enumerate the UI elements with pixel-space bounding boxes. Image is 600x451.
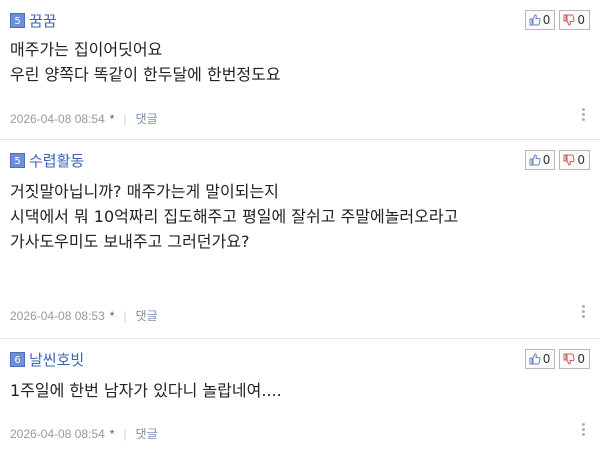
comment-meta: 2026-04-08 08:53 * | 댓글 bbox=[10, 307, 158, 324]
comment-line: 시댁에서 뭐 10억짜리 집도해주고 평일에 잘쉬고 주말에놀러오라고 bbox=[10, 207, 459, 226]
comment-line: 거짓말아닙니까? 매주가는게 말이되는지 bbox=[10, 182, 279, 201]
level-badge: 5 bbox=[10, 12, 25, 28]
comment-body: 1주일에 한번 남자가 있다니 놀랍네여.... bbox=[10, 378, 282, 403]
like-count: 0 bbox=[542, 153, 551, 167]
dislike-count: 0 bbox=[577, 153, 585, 167]
level-badge: 6 bbox=[10, 351, 25, 367]
comment-body: 거짓말아닙니까? 매주가는게 말이되는지 시댁에서 뭐 10억짜리 집도해주고 … bbox=[10, 179, 458, 254]
comment-line: 우린 양쪽다 똑같이 한두달에 한번정도요 bbox=[10, 65, 281, 84]
more-vertical-icon[interactable] bbox=[582, 305, 586, 318]
comment-meta: 2026-04-08 08:54 * | 댓글 bbox=[10, 110, 158, 127]
comment-author[interactable]: 6 날씬호빗 bbox=[10, 349, 84, 369]
like-count: 0 bbox=[542, 13, 551, 27]
level-badge: 5 bbox=[10, 152, 25, 168]
comment-line: 매주가는 집이어딧어요 bbox=[10, 40, 163, 59]
comment-date: 2026-04-08 08:54 bbox=[10, 426, 105, 441]
like-count: 0 bbox=[542, 352, 551, 366]
more-vertical-icon[interactable] bbox=[582, 108, 586, 121]
dislike-count: 0 bbox=[577, 13, 585, 27]
thumb-down-icon bbox=[563, 353, 575, 365]
star-mark: * bbox=[109, 308, 115, 323]
thumb-up-icon bbox=[529, 154, 541, 166]
vote-buttons: 0 0 bbox=[524, 349, 590, 369]
dislike-button[interactable]: 0 bbox=[559, 349, 590, 369]
dislike-button[interactable]: 0 bbox=[559, 150, 590, 170]
nickname[interactable]: 수렵활동 bbox=[29, 150, 84, 171]
comment-item: 6 날씬호빗 0 0 1주일에 한번 남자가 있다니 놀랍네여.... 2026… bbox=[0, 339, 600, 451]
separator: | bbox=[123, 426, 127, 441]
thumb-up-icon bbox=[529, 14, 541, 26]
dislike-count: 0 bbox=[577, 352, 585, 366]
reply-link[interactable]: 댓글 bbox=[136, 110, 158, 127]
star-mark: * bbox=[109, 426, 115, 441]
like-button[interactable]: 0 bbox=[524, 349, 556, 369]
comment-author[interactable]: 5 수렵활동 bbox=[10, 150, 84, 170]
comment-line: 가사도우미도 보내주고 그러던가요? bbox=[10, 232, 250, 251]
more-vertical-icon[interactable] bbox=[582, 423, 586, 436]
vote-buttons: 0 0 bbox=[524, 10, 590, 30]
comment-meta: 2026-04-08 08:54 * | 댓글 bbox=[10, 425, 158, 442]
reply-link[interactable]: 댓글 bbox=[136, 425, 158, 442]
comment-item: 5 꿈꿈 0 0 매주가는 집이어딧어요 우린 양쪽다 똑같이 한두달에 한번정… bbox=[0, 0, 600, 140]
like-button[interactable]: 0 bbox=[524, 10, 556, 30]
comment-line: 1주일에 한번 남자가 있다니 놀랍네여.... bbox=[10, 381, 282, 400]
nickname[interactable]: 날씬호빗 bbox=[29, 349, 84, 370]
comment-date: 2026-04-08 08:53 bbox=[10, 308, 105, 323]
dislike-button[interactable]: 0 bbox=[559, 10, 590, 30]
separator: | bbox=[123, 308, 127, 323]
thumb-down-icon bbox=[563, 154, 575, 166]
vote-buttons: 0 0 bbox=[524, 150, 590, 170]
thumb-down-icon bbox=[563, 14, 575, 26]
comment-body: 매주가는 집이어딧어요 우린 양쪽다 똑같이 한두달에 한번정도요 bbox=[10, 37, 281, 87]
like-button[interactable]: 0 bbox=[524, 150, 556, 170]
star-mark: * bbox=[109, 111, 115, 126]
comment-item: 5 수렵활동 0 0 거짓말아닙니까? 매주가는게 말이되는지 시댁에서 뭐 1… bbox=[0, 140, 600, 339]
reply-link[interactable]: 댓글 bbox=[136, 307, 158, 324]
thumb-up-icon bbox=[529, 353, 541, 365]
comment-author[interactable]: 5 꿈꿈 bbox=[10, 10, 57, 30]
comment-date: 2026-04-08 08:54 bbox=[10, 111, 105, 126]
nickname[interactable]: 꿈꿈 bbox=[29, 10, 57, 31]
separator: | bbox=[123, 111, 127, 126]
